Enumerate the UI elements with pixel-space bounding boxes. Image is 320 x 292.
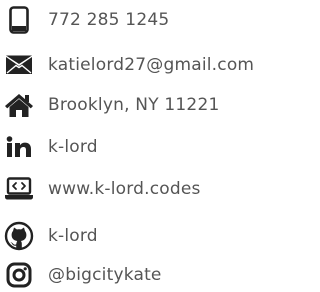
contact-instagram[interactable]: @bigcitykate xyxy=(0,258,276,292)
website-url: www.k-lord.codes xyxy=(48,179,201,199)
phone-number: 772 285 1245 xyxy=(48,10,170,30)
contact-address: Brooklyn, NY 11221 xyxy=(0,88,276,122)
contact-list: 772 285 1245 katielord27@gmail.com Brook… xyxy=(0,0,276,292)
linkedin-handle: k-lord xyxy=(48,137,98,157)
contact-github[interactable]: k-lord xyxy=(0,219,276,253)
contact-linkedin[interactable]: k-lord xyxy=(0,130,276,164)
address-text: Brooklyn, NY 11221 xyxy=(48,95,220,115)
github-icon xyxy=(4,221,34,251)
instagram-icon xyxy=(4,260,34,290)
envelope-icon xyxy=(4,50,34,80)
contact-email[interactable]: katielord27@gmail.com xyxy=(0,48,276,82)
email-address: katielord27@gmail.com xyxy=(48,55,255,75)
instagram-handle: @bigcitykate xyxy=(48,265,162,285)
laptop-code-icon xyxy=(4,174,34,204)
github-handle: k-lord xyxy=(48,226,98,246)
home-icon xyxy=(4,90,34,120)
contact-website[interactable]: www.k-lord.codes xyxy=(0,172,276,206)
mobile-phone-icon xyxy=(4,5,34,35)
linkedin-icon xyxy=(4,132,34,162)
contact-phone[interactable]: 772 285 1245 xyxy=(0,3,276,37)
